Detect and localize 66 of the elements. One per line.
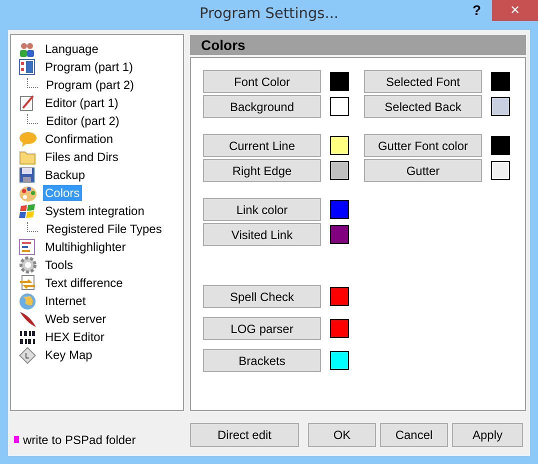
color-swatch[interactable] [330,136,349,155]
color-swatch[interactable] [491,97,510,116]
tree-item[interactable]: Program (part 2) [44,77,136,93]
color-button[interactable]: Current Line [203,134,321,157]
color-swatch[interactable] [491,161,510,180]
gear-icon [19,256,37,274]
color-button[interactable]: Font Color [203,70,321,93]
tree-item[interactable]: Backup [43,167,88,183]
color-button[interactable]: Brackets [203,349,321,372]
tree-item[interactable]: Web server [43,311,108,327]
color-swatch[interactable] [330,161,349,180]
help-button[interactable]: ? [468,2,485,18]
pencil-icon [19,95,35,111]
color-swatch[interactable] [330,200,349,219]
windows-flag-icon [19,203,36,219]
binary-digits-icon [19,330,36,344]
status-marker [14,436,19,443]
tree-item[interactable]: Registered File Types [44,221,164,237]
color-swatch[interactable] [491,72,510,91]
swap-arrows-icon [19,274,36,292]
window-title: Program Settings... [199,6,339,22]
tree-item[interactable]: Editor (part 1) [43,95,120,111]
speech-bubble-icon [19,131,37,147]
color-button[interactable]: Selected Font [364,70,482,93]
dialog-button[interactable]: Direct edit [190,423,299,447]
tree-item[interactable]: Files and Dirs [43,149,120,165]
color-swatch[interactable] [330,351,349,370]
color-swatch[interactable] [330,225,349,244]
folder-icon [19,150,36,164]
color-button[interactable]: Gutter [364,159,482,182]
color-button[interactable]: Right Edge [203,159,321,182]
globe-icon [19,292,36,310]
tree-item[interactable]: Internet [43,293,88,309]
color-swatch[interactable] [330,319,349,338]
tree-item[interactable]: Key Map [43,347,94,363]
color-swatch[interactable] [330,72,349,91]
color-swatch[interactable] [330,97,349,116]
tree-item[interactable]: HEX Editor [43,329,106,345]
feather-icon [19,310,37,328]
color-button[interactable]: Gutter Font color [364,134,482,157]
colored-lines-icon [19,239,35,255]
dialog-button[interactable]: OK [308,423,376,447]
color-swatch[interactable] [491,136,510,155]
tree-item[interactable]: System integration [43,203,146,219]
palette-icon [19,184,37,202]
color-button[interactable]: Background [203,95,321,118]
window-icon [19,59,35,75]
color-button[interactable]: Selected Back [364,95,482,118]
tree-item[interactable]: Text difference [43,275,125,291]
close-button[interactable]: × [492,0,538,21]
color-swatch[interactable] [330,287,349,306]
color-button[interactable]: Link color [203,198,321,221]
tree-item[interactable]: Language [43,41,100,57]
color-button[interactable]: LOG parser [203,317,321,340]
tree-item[interactable]: Tools [43,257,76,273]
tree-item[interactable]: Confirmation [43,131,116,147]
people-icon [19,41,35,57]
dialog-button[interactable]: Cancel [380,423,448,447]
tree-item[interactable]: Editor (part 2) [44,113,122,129]
color-button[interactable]: Spell Check [203,285,321,308]
color-button[interactable]: Visited Link [203,223,321,246]
section-header: Colors [190,35,526,55]
dialog-button[interactable]: Apply [452,423,523,447]
tree-item[interactable]: Multihighlighter [43,239,128,255]
folder-note: write to PSPad folder [23,432,136,446]
tree-item[interactable]: Program (part 1) [43,59,136,75]
